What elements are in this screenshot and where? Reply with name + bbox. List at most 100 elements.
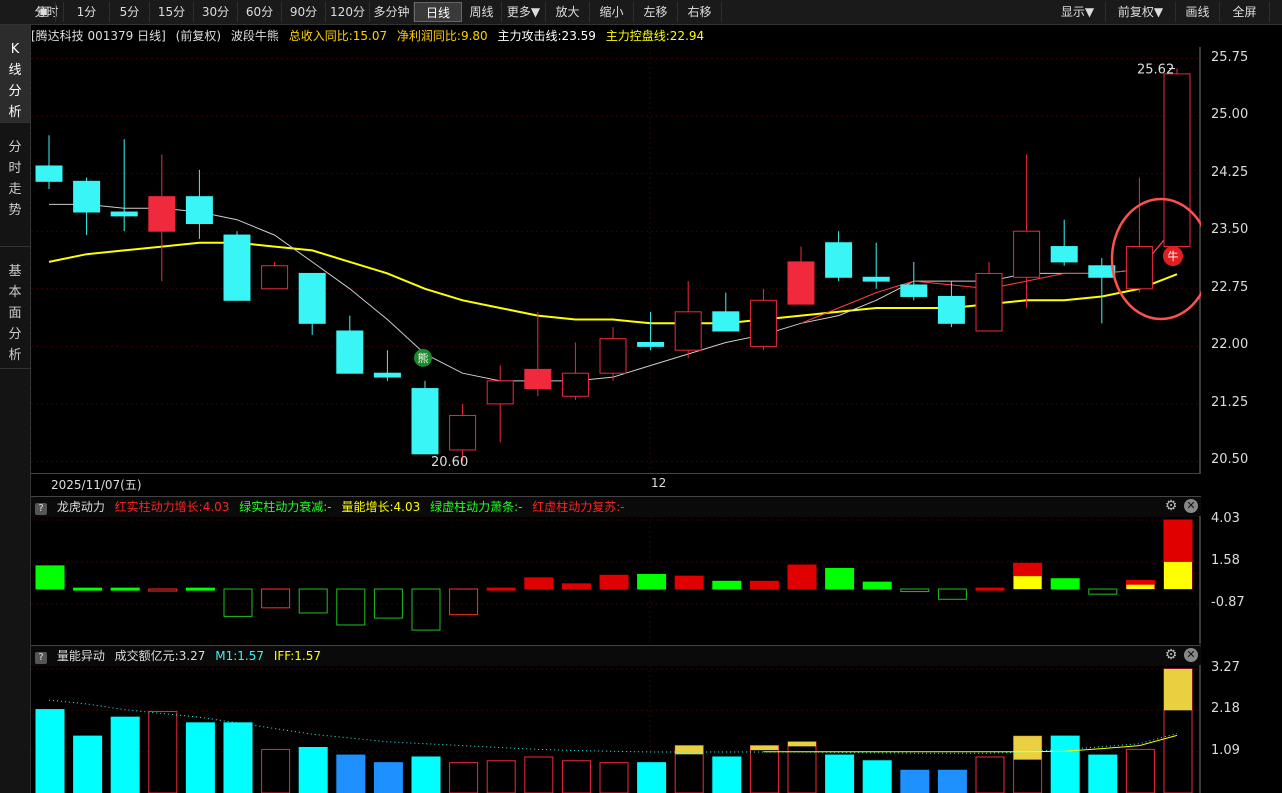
candle[interactable] [185,169,213,239]
sidebar-tab-3[interactable]: 基本面分析 [0,247,30,369]
volume-bar [712,756,742,793]
gear-icon[interactable]: ⚙ [1163,647,1179,663]
candle[interactable] [1163,68,1191,248]
candle-body [825,242,853,278]
volume-tick: 3.27 [1211,660,1240,675]
candle-body [787,261,815,305]
toolbar-btn-12[interactable]: 更多▼ [502,2,546,22]
home-icon[interactable]: ▣ [32,2,56,22]
candle[interactable] [674,281,702,358]
candle[interactable] [825,231,853,282]
date-start-label: 2025/11/07(五) [51,478,142,492]
kline-chart[interactable]: 25.62 20.60 熊 牛 [31,47,1201,473]
volume-bar [110,716,140,793]
candle[interactable] [975,261,1003,332]
candle[interactable] [787,246,815,305]
toolbar-right-btn-2[interactable]: 前复权▼ [1106,2,1176,22]
gear-icon[interactable]: ⚙ [1163,498,1179,514]
power-chart[interactable] [31,516,1201,644]
volume-bar [336,754,366,793]
toolbar-btn-7[interactable]: 90分 [282,2,326,22]
candle[interactable] [223,231,251,301]
volume-bar [787,741,817,793]
toolbar-btn-13[interactable]: 放大 [546,2,590,22]
power-bar [336,588,366,626]
candle[interactable] [524,311,552,397]
toolbar-btn-10[interactable]: 日线 [414,2,462,22]
sidebar-tab-2[interactable]: 分时走势 [0,123,30,247]
power-bar [35,565,65,590]
candle[interactable] [862,242,890,289]
power-red-hollow: 红虚柱动力复苏:- [532,500,625,514]
volume-bar [411,756,441,793]
candle[interactable] [712,292,740,332]
candle-body [674,311,702,351]
help-icon[interactable]: ? [35,652,47,664]
power-bar [900,588,930,593]
candle[interactable] [110,139,138,232]
candle[interactable] [35,135,63,189]
candle[interactable] [449,403,477,462]
volume-name: 量能异动 [56,649,105,663]
price-tick: 20.50 [1211,452,1249,468]
candle-body [975,272,1003,332]
power-bar [73,587,103,591]
toolbar-btn-5[interactable]: 30分 [194,2,238,22]
power-green-solid: 绿实柱动力衰减:- [239,500,332,514]
candle[interactable] [1125,177,1153,293]
candle-body [1125,246,1153,290]
sidebar: K线分析分时走势基本面分析 [0,25,31,793]
candle[interactable] [373,350,401,381]
m1-series [48,699,1178,754]
toolbar-btn-14[interactable]: 缩小 [590,2,634,22]
toolbar-btn-15[interactable]: 左移 [634,2,678,22]
candle[interactable] [749,288,777,351]
candle-body [712,311,740,332]
toolbar-btn-6[interactable]: 60分 [238,2,282,22]
candle[interactable] [561,342,589,401]
toolbar-right-btn-3[interactable]: 画线 [1176,2,1220,22]
candle[interactable] [1013,154,1041,308]
sidebar-char: 线 [8,63,22,78]
candle[interactable] [637,311,665,351]
sidebar-char: 分 [8,84,22,99]
toolbar-btn-16[interactable]: 右移 [678,2,722,22]
toolbar-btn-2[interactable]: 1分 [64,2,110,22]
toolbar-btn-4[interactable]: 15分 [150,2,194,22]
candle[interactable] [73,177,101,236]
volume-chart[interactable] [31,665,1201,793]
candle[interactable] [298,272,326,335]
toolbar-right-btn-1[interactable]: 显示▼ [1050,2,1106,22]
candle[interactable] [336,315,364,374]
close-icon[interactable]: ✕ [1184,499,1198,513]
toolbar: 分时 1分 5分 15分 30分 60分 90分 120分 多分钟 日线 周线 更多▼ 放大 缩小 左移 右移… [0,0,1282,25]
help-icon[interactable]: ? [35,503,47,515]
candle-body [900,284,928,297]
candle[interactable] [486,365,514,443]
price-tick: 21.25 [1211,394,1249,410]
power-yellow-bar [1164,561,1192,589]
control-line-value: 主力控盘线:22.94 [605,29,705,43]
volume-bar [261,748,291,793]
sidebar-char: 本 [8,285,22,300]
sidebar-char: K [10,42,20,57]
toolbar-btn-8[interactable]: 120分 [326,2,370,22]
sidebar-tab-1[interactable]: K线分析 [0,25,30,123]
candle-body [599,338,627,374]
power-bar [449,588,479,616]
toolbar-btn-11[interactable]: 周线 [462,2,502,22]
volume-amount: 成交额亿元:3.27 [114,649,206,663]
candle[interactable] [937,281,965,328]
candle[interactable] [599,327,627,381]
candle[interactable] [261,261,289,290]
close-icon[interactable]: ✕ [1184,648,1198,662]
toolbar-right-btn-4[interactable]: 全屏 [1220,2,1270,22]
candle[interactable] [1050,219,1078,266]
volume-m1: M1:1.57 [215,649,265,663]
candle[interactable] [1088,258,1116,324]
toolbar-btn-9[interactable]: 多分钟 [370,2,414,22]
power-bar [185,587,215,591]
candle[interactable] [411,380,439,455]
candle-body [862,276,890,282]
toolbar-btn-3[interactable]: 5分 [110,2,150,22]
